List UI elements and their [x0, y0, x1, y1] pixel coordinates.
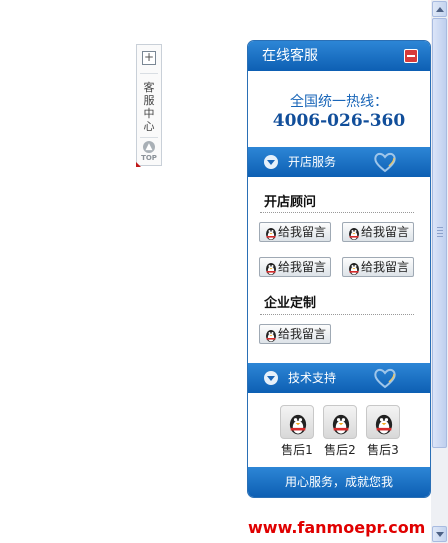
chevron-down-icon [264, 155, 278, 169]
qq-agent-icon[interactable] [323, 405, 357, 439]
service-center-label: 客 服 中 心 [143, 81, 155, 133]
qq-agent-icon[interactable] [280, 405, 314, 439]
panel-header: 在线客服 [248, 41, 430, 71]
leave-message-button[interactable]: 给我留言 [259, 324, 331, 344]
chevron-down-icon [264, 371, 278, 385]
leave-message-button[interactable]: 给我留言 [259, 222, 331, 242]
panel-title: 在线客服 [262, 48, 318, 64]
leave-message-button[interactable]: 给我留言 [259, 257, 331, 277]
leave-message-button[interactable]: 给我留言 [342, 222, 414, 242]
back-to-top-label[interactable]: TOP [137, 154, 161, 162]
watermark-text: www.fanmoepr.com [248, 518, 426, 537]
section-title: 技术支持 [288, 371, 337, 385]
scroll-down-button[interactable] [432, 526, 447, 542]
scroll-up-button[interactable] [432, 1, 447, 17]
dotted-divider [260, 212, 414, 213]
qq-agent-icon[interactable] [366, 405, 400, 439]
qq-penguin-icon [349, 263, 359, 275]
qq-penguin-icon [266, 228, 276, 240]
expand-icon[interactable]: + [142, 51, 156, 65]
divider [140, 73, 158, 74]
section-title: 开店服务 [288, 155, 337, 169]
online-service-panel: 在线客服 全国统一热线： 4006-026-360 开店服务 开店顾问 给我留言… [247, 40, 431, 498]
panel-footer: 用心服务，成就您我 [248, 467, 430, 497]
heart-icon [374, 152, 396, 173]
leave-message-button[interactable]: 给我留言 [342, 257, 414, 277]
qq-penguin-icon [266, 263, 276, 275]
agent-label[interactable]: 售后2 [320, 441, 360, 458]
corner-marker [136, 162, 141, 167]
section-header-tech[interactable]: 技术支持 [248, 363, 430, 393]
divider [140, 137, 158, 138]
heart-icon [374, 368, 396, 389]
qq-penguin-icon [266, 330, 276, 342]
section-header-shop[interactable]: 开店服务 [248, 147, 430, 177]
hotline-number: 4006-026-360 [272, 111, 406, 131]
group-title-enterprise: 企业定制 [264, 296, 317, 311]
dotted-divider [260, 314, 414, 315]
hotline-label: 全国统一热线： [290, 94, 388, 110]
collapse-button[interactable] [404, 49, 418, 63]
scroll-thumb[interactable] [432, 18, 447, 448]
vertical-scrollbar[interactable] [431, 0, 448, 543]
agent-label[interactable]: 售后3 [363, 441, 403, 458]
arrow-up-icon[interactable]: ▲ [143, 141, 155, 153]
collapsed-service-tab[interactable]: + 客 服 中 心 ▲ TOP [136, 44, 162, 166]
qq-penguin-icon [349, 228, 359, 240]
group-title-shop-advisor: 开店顾问 [264, 195, 317, 210]
agent-label[interactable]: 售后1 [277, 441, 317, 458]
